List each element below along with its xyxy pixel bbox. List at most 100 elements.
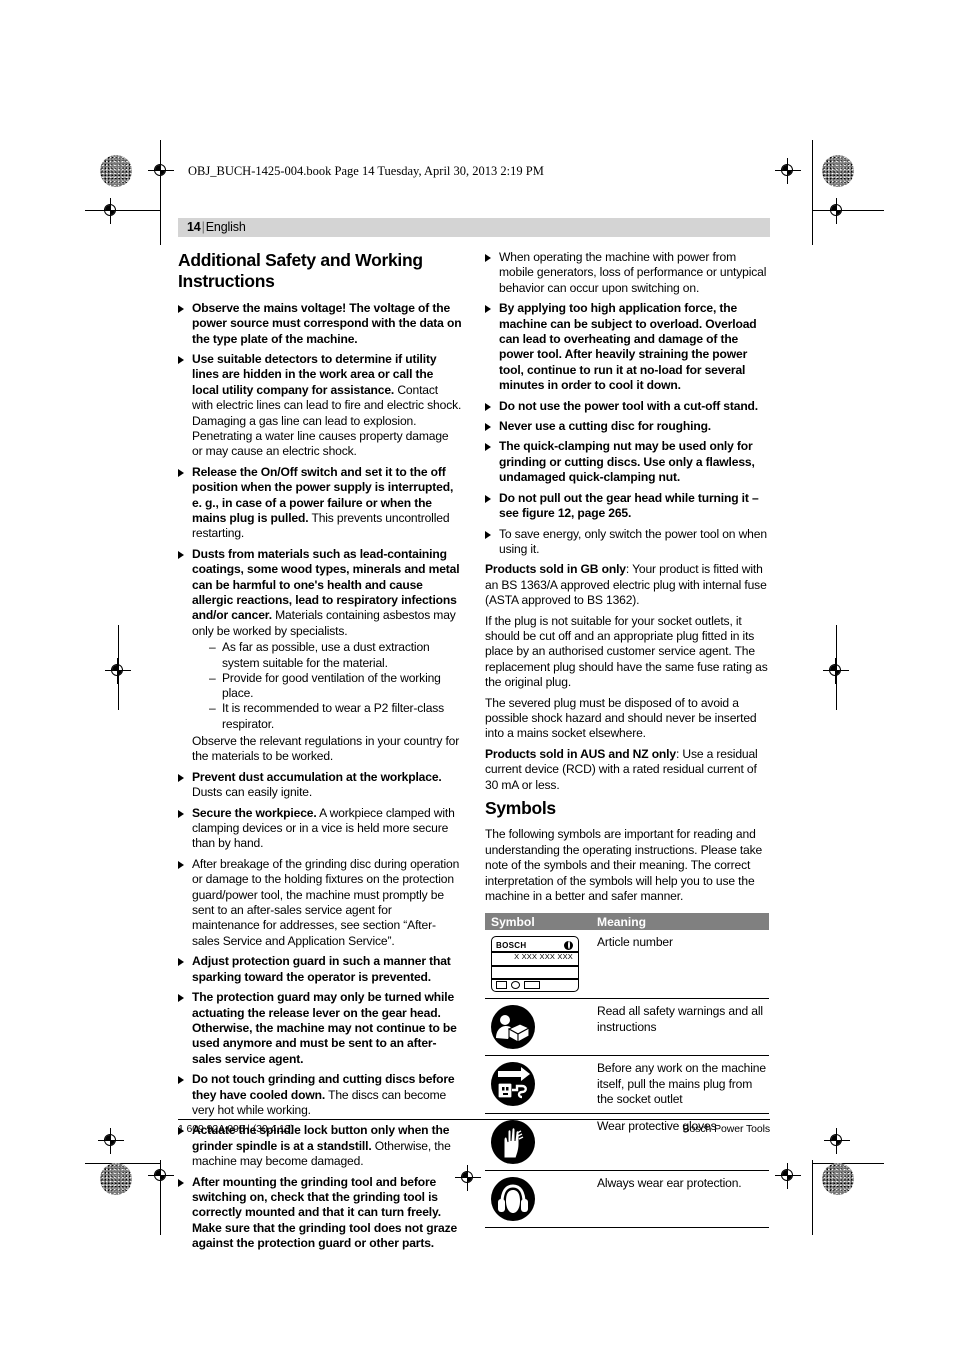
safety-item: Secure the workpiece. A workpiece clampe…: [178, 806, 462, 852]
left-column: Additional Safety and Working Instructio…: [178, 250, 462, 1257]
gb-products-paragraph: Products sold in GB only: Your product i…: [485, 562, 769, 608]
bullet-triangle-icon: [178, 1076, 184, 1085]
dust-sub-item: – As far as possible, use a dust extract…: [206, 640, 462, 671]
footer-document-code: 1 609 92A 095 | (30.4.13): [178, 1123, 294, 1135]
gb-products-label: Products sold in GB only: [485, 562, 626, 577]
bullet-triangle-icon: [178, 809, 184, 818]
halftone-dot-bottom-left: [100, 1163, 132, 1195]
meaning-cell: Before any work on the machine itself, p…: [597, 1061, 766, 1107]
table-row: Always wear ear protection.: [485, 1171, 769, 1229]
safety-item-text: When operating the machine with power fr…: [499, 250, 767, 295]
dust-closing-text: Observe the relevant regulations in your…: [192, 734, 460, 764]
bullet-triangle-icon: [485, 254, 491, 262]
safety-item-text: After breakage of the grinding disc duri…: [192, 856, 460, 948]
bullet-triangle-icon: [178, 994, 184, 1003]
halftone-dot-top-left: [100, 155, 132, 187]
halftone-dot-bottom-right: [822, 1163, 854, 1195]
registration-mark-top-left-lower: [98, 198, 124, 224]
bullet-triangle-icon: [178, 304, 184, 313]
safety-item: The quick-clamping nut may be used only …: [485, 439, 769, 485]
bullet-triangle-icon: [485, 494, 491, 503]
bullet-triangle-icon: [178, 860, 184, 869]
registration-mark-top-left: [148, 158, 174, 184]
bullet-triangle-icon: [178, 958, 184, 967]
safety-item: After breakage of the grinding disc duri…: [178, 857, 462, 949]
ear-protection-icon: [491, 1177, 535, 1222]
square-shape-icon: [496, 981, 507, 990]
registration-mark-bottom-right: [775, 1163, 801, 1189]
safety-item: Observe the mains voltage! The voltage o…: [178, 301, 462, 347]
registration-mark-top-right: [775, 158, 801, 184]
safety-item-text: By applying too high application force, …: [499, 301, 757, 393]
safety-item: When operating the machine with power fr…: [485, 250, 769, 296]
page-language: English: [205, 220, 246, 234]
dash-marker-icon: –: [209, 640, 216, 655]
symbol-cell: [485, 1056, 592, 1113]
table-row: BOSCH X XXX XXX XXX Article number: [485, 930, 769, 1000]
file-header-line: OBJ_BUCH-1425-004.book Page 14 Tuesday, …: [188, 164, 544, 178]
symbols-table-header: Symbol Meaning: [485, 913, 769, 931]
registration-mark-mid-left: [105, 658, 131, 684]
dash-marker-icon: –: [209, 670, 216, 685]
column-header-meaning: Meaning: [597, 914, 647, 929]
trim-line-bottom-right: [812, 1163, 884, 1164]
safety-item-lead: Prevent dust accumulation at the workpla…: [192, 769, 442, 784]
bullet-triangle-icon: [178, 550, 184, 559]
safety-item-text: Observe the mains voltage! The voltage o…: [192, 300, 462, 346]
bullet-triangle-icon: [178, 355, 184, 364]
bullet-triangle-icon: [485, 305, 491, 314]
section-heading-symbols: Symbols: [485, 798, 556, 818]
safety-item-text: The quick-clamping nut may be used only …: [499, 439, 755, 485]
safety-item: Do not pull out the gear head while turn…: [485, 491, 769, 522]
safety-item-text: The protection guard may only be turned …: [192, 990, 457, 1066]
safety-item: The protection guard may only be turned …: [178, 990, 462, 1067]
safety-item: After mounting the grinding tool and bef…: [178, 1175, 462, 1252]
read-instructions-icon: [491, 1005, 535, 1050]
safety-item-lead: Secure the workpiece.: [192, 805, 317, 820]
registration-mark-bottom-left-upper: [98, 1128, 124, 1154]
safety-item: By applying too high application force, …: [485, 301, 769, 393]
safety-item-text: Never use a cutting disc for roughing.: [499, 419, 712, 434]
bullet-triangle-icon: [178, 1178, 184, 1187]
symbol-cell: [485, 1171, 592, 1227]
column-header-symbol: Symbol: [491, 914, 535, 929]
safety-item-text: Do not use the power tool with a cut-off…: [499, 398, 759, 413]
safety-item-text: After mounting the grinding tool and bef…: [192, 1174, 458, 1251]
nameplate-top-strip: BOSCH: [492, 937, 578, 951]
bullet-triangle-icon: [485, 530, 491, 539]
dust-sub-item-text: As far as possible, use a dust extractio…: [222, 640, 430, 670]
registration-mark-mid-right: [823, 658, 849, 684]
footer-row: 1 609 92A 095 | (30.4.13) Bosch Power To…: [178, 1120, 770, 1135]
unplug-mains-icon: [491, 1062, 535, 1107]
gb-products-paragraph-2: If the plug is not suitable for your soc…: [485, 613, 768, 690]
globe-icon: [564, 940, 573, 950]
trim-line-right: [812, 140, 813, 245]
safety-item: Prevent dust accumulation at the workpla…: [178, 770, 462, 801]
trim-line-right-lower: [812, 1160, 813, 1235]
safety-item-text: To save energy, only switch the power to…: [499, 526, 767, 556]
symbols-intro-paragraph: The following symbols are important for …: [485, 827, 763, 903]
dust-sub-item-text: It is recommended to wear a P2 filter-cl…: [222, 701, 445, 731]
bullet-triangle-icon: [485, 443, 491, 452]
safety-item-text: Adjust protection guard in such a manner…: [192, 954, 451, 984]
dash-marker-icon: –: [209, 701, 216, 716]
safety-item: Do not touch grinding and cutting discs …: [178, 1072, 462, 1118]
nameplate-divider: [492, 965, 578, 967]
halftone-dot-top-right: [822, 155, 854, 187]
aus-nz-products-paragraph: Products sold in AUS and NZ only: Use a …: [485, 747, 769, 793]
safety-item: Release the On/Off switch and set it to …: [178, 465, 462, 542]
two-column-layout: Additional Safety and Working Instructio…: [178, 250, 770, 1257]
safety-item: Adjust protection guard in such a manner…: [178, 954, 462, 985]
footer-publisher: Bosch Power Tools: [682, 1123, 771, 1135]
registration-mark-bottom-left: [148, 1163, 174, 1189]
meaning-cell: Read all safety warnings and all instruc…: [597, 1004, 763, 1034]
safety-item-text: Do not pull out the gear head while turn…: [499, 490, 759, 521]
page-content: 14|English Additional Safety and Working…: [178, 218, 770, 1257]
safety-item-dusts: Dusts from materials such as lead-contai…: [178, 547, 462, 765]
bullet-triangle-icon: [485, 402, 491, 411]
page-footer: 1 609 92A 095 | (30.4.13) Bosch Power To…: [178, 1119, 770, 1135]
nameplate-symbol-row: [496, 981, 540, 990]
page-number: 14: [187, 220, 201, 234]
bullet-triangle-icon: [485, 423, 491, 432]
table-row: Read all safety warnings and all instruc…: [485, 999, 769, 1057]
